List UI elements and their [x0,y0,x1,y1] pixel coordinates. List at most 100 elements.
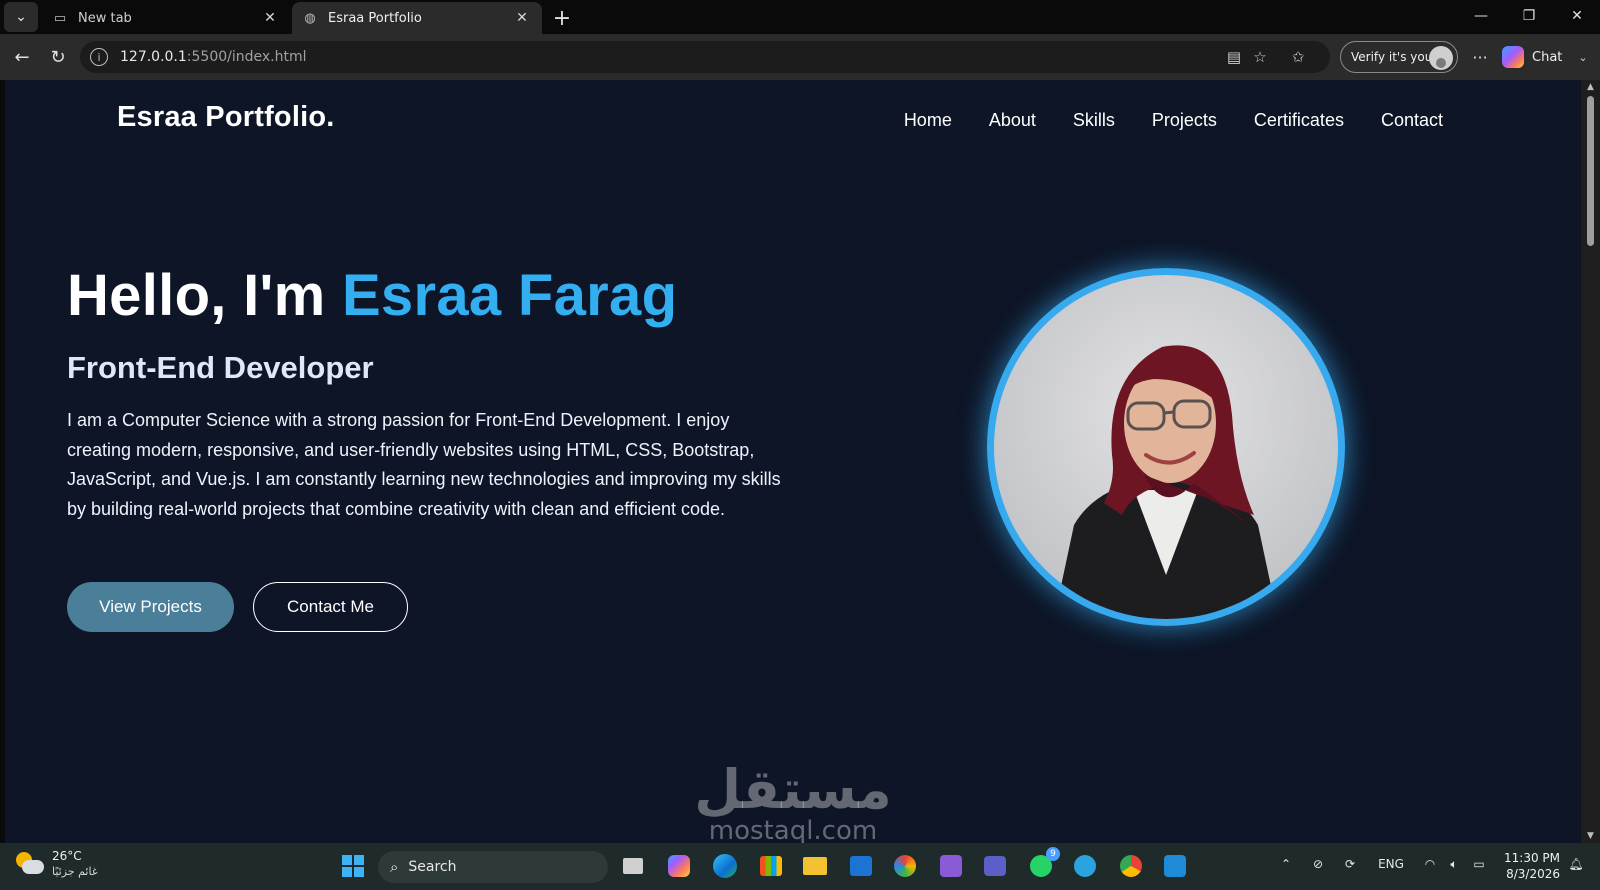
nav-contact[interactable]: Contact [1381,110,1443,131]
url-host: 127.0.0.1 [120,49,187,65]
watermark: مستقل mostaql.com [693,762,893,844]
nav-projects[interactable]: Projects [1152,110,1217,131]
close-icon[interactable]: ✕ [512,8,532,28]
minimize-icon: — [1474,8,1488,24]
clock-date: 8/3/2026 [1506,867,1560,881]
back-button[interactable]: ← [8,43,36,71]
taskbar: 26°C غائم جزئيًا ⌕ Search 9 ⌃ ⊘ ⟳ ENG ◠ … [0,843,1600,890]
reload-icon: ↻ [50,46,66,68]
start-button[interactable] [338,851,368,881]
wifi-icon[interactable]: ◠ [1420,857,1440,871]
copilot-chat-button[interactable]: Chat ⌄ [1502,41,1594,73]
edge-browser-icon[interactable] [710,851,740,881]
restore-icon: ❐ [1522,8,1536,24]
favorites-icon[interactable]: ✩ [1288,47,1308,67]
system-clock[interactable]: 11:30 PM 8/3/2026 [1502,850,1560,882]
battery-icon[interactable]: ▭ [1468,857,1490,871]
hero-subtitle: Front-End Developer [67,350,374,385]
sync-icon[interactable]: ⟳ [1340,857,1360,871]
task-view-icon [623,858,643,874]
search-placeholder: Search [408,859,457,875]
input-language[interactable]: ENG [1374,857,1408,871]
screen: ⌄ ▭ New tab ✕ ◍ Esraa Portfolio ✕ + — ❐ … [0,0,1600,890]
windows-logo-icon [342,855,364,877]
chevron-down-icon: ⌄ [1578,50,1588,64]
more-options-button[interactable]: ··· [1466,43,1494,71]
telegram-icon[interactable] [1070,851,1100,881]
url-path: :5500/index.html [186,49,307,65]
minimize-button[interactable]: — [1458,0,1504,32]
profile-photo [987,268,1345,626]
search-icon: ⌕ [390,858,399,876]
scrollbar-thumb[interactable] [1587,96,1594,246]
weather-widget[interactable]: 26°C غائم جزئيًا [16,849,98,879]
reload-button[interactable]: ↻ [44,43,72,71]
nav-about[interactable]: About [989,110,1036,131]
site-logo[interactable]: Esraa Portfolio. [117,101,335,134]
page-scrollbar[interactable]: ▲ ▼ [1581,80,1600,843]
task-view-button[interactable] [618,851,648,881]
view-projects-button[interactable]: View Projects [67,582,234,632]
copilot-app-icon[interactable] [664,851,694,881]
copilot-icon [1502,46,1524,68]
weather-condition: غائم جزئيًا [52,865,98,878]
arrow-left-icon: ← [14,46,30,68]
nav-skills[interactable]: Skills [1073,110,1115,131]
partly-cloudy-icon [16,852,44,876]
watermark-latin: mostaql.com [708,816,878,843]
notification-badge: 9 [1046,847,1060,861]
verify-profile-button[interactable]: Verify it's you [1340,41,1458,73]
restore-button[interactable]: ❐ [1506,0,1552,32]
scroll-up-icon[interactable]: ▲ [1581,80,1600,94]
vscode-icon[interactable] [1160,851,1190,881]
url-text: 127.0.0.1:5500/index.html [120,49,307,65]
new-tab-button[interactable]: + [548,4,576,32]
profile-portrait-illustration [1054,345,1278,619]
star-icon[interactable]: ☆ [1250,47,1270,67]
chevron-up-icon[interactable]: ⌃ [1278,857,1294,871]
page-viewport: Esraa Portfolio. Home About Skills Proje… [5,80,1581,843]
microsoft-store-icon[interactable] [756,851,786,881]
nav-home[interactable]: Home [904,110,952,131]
teams-icon[interactable] [980,851,1010,881]
chrome-icon[interactable] [1116,851,1146,881]
file-explorer-icon[interactable] [800,851,830,881]
clock-time: 11:30 PM [1504,851,1560,865]
close-icon[interactable]: ✕ [260,8,280,28]
reading-view-icon[interactable]: ▤ [1224,47,1244,67]
tab-new-tab[interactable]: ▭ New tab ✕ [42,2,290,34]
network-off-icon[interactable]: ⊘ [1308,857,1328,871]
browser-toolbar: ← ↻ i 127.0.0.1:5500/index.html ▤ ☆ ✩ Ve… [0,34,1600,80]
new-tab-page-icon: ▭ [53,10,67,26]
avatar [1429,46,1453,70]
address-bar[interactable]: i 127.0.0.1:5500/index.html ▤ ☆ ✩ [80,41,1330,73]
plus-icon: + [552,5,572,31]
globe-icon: ◍ [304,10,316,26]
scroll-down-icon[interactable]: ▼ [1581,829,1600,843]
verify-label: Verify it's you [1351,50,1433,64]
hero-title: Hello, I'm Esraa Farag [67,262,677,329]
info-icon[interactable]: i [90,48,108,66]
hero-name: Esraa Farag [341,263,678,328]
visual-studio-icon[interactable] [936,851,966,881]
tab-actions-menu-button[interactable]: ⌄ [4,2,38,32]
volume-icon[interactable]: 🔈︎ [1444,857,1464,872]
nav-certificates[interactable]: Certificates [1254,110,1344,131]
outlook-icon[interactable] [846,851,876,881]
tab-esraa-portfolio[interactable]: ◍ Esraa Portfolio ✕ [292,2,542,34]
whatsapp-icon[interactable]: 9 [1026,847,1060,881]
tab-title: New tab [78,10,132,26]
chevron-down-icon: ⌄ [15,9,27,25]
taskbar-search-input[interactable]: ⌕ Search [378,851,608,883]
hero-greeting: Hello, I'm [67,263,326,328]
more-icon: ··· [1472,47,1488,67]
contact-me-button[interactable]: Contact Me [253,582,408,632]
main-nav: Home About Skills Projects Certificates … [904,110,1443,131]
notifications-icon[interactable]: 🔔︎ [1566,857,1586,871]
chat-label: Chat [1532,49,1563,65]
tab-title: Esraa Portfolio [328,10,422,26]
hero-description: I am a Computer Science with a strong pa… [67,410,781,519]
close-window-button[interactable]: ✕ [1554,0,1600,32]
photos-icon[interactable] [890,851,920,881]
close-icon: ✕ [1571,8,1583,24]
